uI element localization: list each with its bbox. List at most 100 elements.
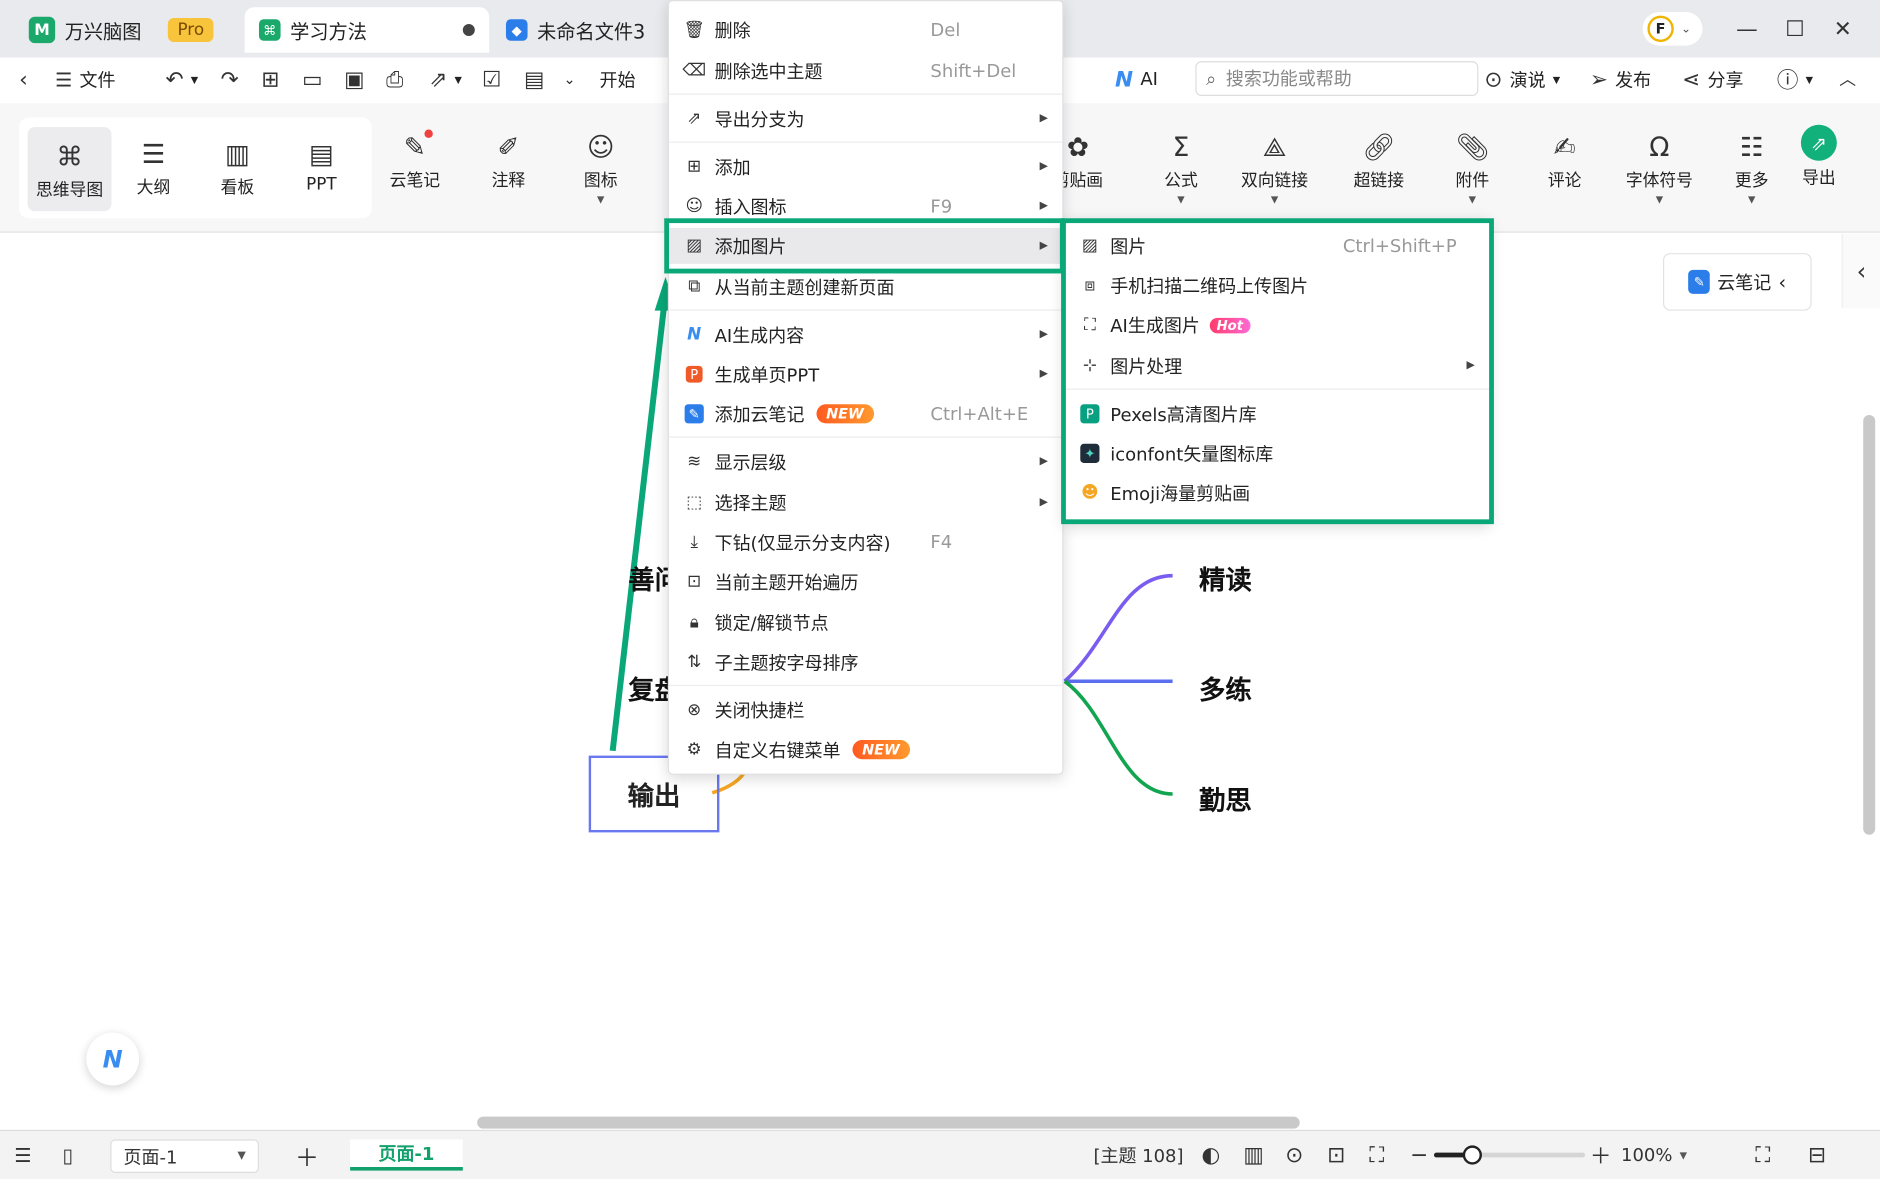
menu-item-select-topic[interactable]: ⬚ 选择主题 ▶	[669, 485, 1062, 521]
ai-assistant-fab-icon[interactable]: N	[86, 1032, 140, 1086]
hyperlink-tool[interactable]: 🔗︎ 超链接	[1337, 127, 1421, 192]
save-as-icon[interactable]: ▤	[524, 62, 544, 96]
cloud-note-tool[interactable]: ✎ 云笔记	[373, 127, 457, 192]
zoom-out-icon[interactable]: −	[1410, 1139, 1428, 1170]
play-icon[interactable]: ⊙	[1285, 1139, 1303, 1170]
menu-item-insert-icon[interactable]: ☺ 插入图标 F9 ▶	[669, 188, 1062, 224]
kanban-view-button[interactable]: ▥ 看板	[195, 134, 279, 199]
open-folder-icon[interactable]: ▭	[302, 62, 322, 96]
share-button[interactable]: ⋖ 分享	[1682, 62, 1743, 96]
mindmap-view-button[interactable]: ⌘ 思维导图	[27, 127, 112, 212]
submenu-item-qr-upload-label: 手机扫描二维码上传图片	[1110, 275, 1309, 297]
cloud-note-label: 云笔记	[389, 171, 441, 191]
symbol-tool[interactable]: Ω 字体符号 ▼	[1617, 127, 1701, 206]
side-panel-toggle-icon[interactable]: ‹	[1841, 233, 1880, 309]
menu-item-close-quickbar[interactable]: ⊗ 关闭快捷栏	[669, 692, 1062, 728]
menu-item-ai-generate[interactable]: N AI生成内容 ▶	[669, 317, 1062, 353]
submenu-item-ai-image[interactable]: ⛶ AI生成图片 Hot	[1065, 307, 1489, 343]
fullscreen-icon[interactable]: ⛶	[1755, 1139, 1770, 1170]
tab-untitled-3[interactable]: ◆ 未命名文件3	[492, 7, 660, 53]
present-button[interactable]: ⊙ 演说 ▼	[1484, 62, 1560, 96]
node-duolian[interactable]: 多练	[1199, 669, 1252, 707]
zoom-select[interactable]: 100% ▼	[1621, 1139, 1687, 1170]
menu-item-generate-ppt[interactable]: P 生成单页PPT ▶	[669, 356, 1062, 392]
collapse-ribbon-icon[interactable]: ⌄	[564, 62, 576, 96]
new-file-icon[interactable]: ⊞	[261, 62, 279, 96]
maximize-icon[interactable]: ☐	[1777, 12, 1813, 46]
minimize-panel-icon[interactable]: ⊟	[1808, 1139, 1826, 1170]
collapse-up-icon[interactable]: ︿	[1839, 62, 1856, 96]
submenu-item-pexels[interactable]: P Pexels高清图片库	[1065, 396, 1489, 432]
save-icon[interactable]: ▣	[344, 62, 364, 96]
ai-button[interactable]: N AI	[1115, 62, 1158, 96]
print-icon[interactable]: ⎙	[386, 62, 403, 96]
submenu-item-qr-upload[interactable]: ⧈ 手机扫描二维码上传图片	[1065, 267, 1489, 303]
bidirectional-link-tool[interactable]: ⟁ 双向链接 ▼	[1233, 127, 1317, 206]
menu-item-customize-menu[interactable]: ⚙ 自定义右键菜单 NEW	[669, 732, 1062, 768]
icon-tool[interactable]: ☺ 图标 ▼	[559, 127, 643, 206]
select-topic-icon: ⬚	[686, 492, 703, 513]
redo-icon[interactable]: ↷	[221, 62, 239, 96]
menu-item-sort[interactable]: ⇅ 子主题按字母排序	[669, 644, 1062, 680]
zoom-slider[interactable]	[1433, 1139, 1586, 1170]
vertical-scrollbar[interactable]	[1863, 414, 1876, 835]
fullscreen-fit-icon[interactable]: ⛶	[1369, 1139, 1384, 1170]
menu-item-lock-node[interactable]: 🔒︎ 锁定/解锁节点	[669, 604, 1062, 640]
export-tool[interactable]: ⇗ 导出	[1777, 124, 1861, 190]
menu-item-export-branch[interactable]: ⇗ 导出分支为 ▶	[669, 101, 1062, 137]
add-page-icon[interactable]: ＋	[295, 1139, 319, 1171]
minimize-icon[interactable]: —	[1729, 12, 1765, 46]
horizontal-scrollbar[interactable]	[477, 1116, 1300, 1129]
submenu-item-iconfont[interactable]: ✦ iconfont矢量图标库	[1065, 435, 1489, 471]
unsaved-dot-icon[interactable]	[462, 23, 475, 36]
menu-item-add-image[interactable]: ▨ 添加图片 ▶	[669, 227, 1063, 264]
pexels-logo-icon: P	[1080, 404, 1100, 424]
publish-button[interactable]: ➢ 发布	[1590, 62, 1651, 96]
menu-item-show-level-label: 显示层级	[714, 451, 787, 474]
search-input[interactable]: ⌕ 搜索功能或帮助	[1195, 61, 1479, 96]
tab-home[interactable]: M 万兴脑图 Pro	[14, 7, 228, 53]
tab-study-methods[interactable]: ⌘ 学习方法	[244, 7, 490, 53]
menu-item-delete-topic[interactable]: ⌫ 删除选中主题 Shift+Del	[669, 53, 1062, 89]
ppt-view-button[interactable]: ▤ PPT	[279, 134, 363, 195]
outline-view-button[interactable]: ☰ 大纲	[112, 134, 196, 199]
theme-icon[interactable]: ◐	[1201, 1139, 1220, 1170]
comment-tool[interactable]: ✍ 评论	[1523, 127, 1607, 192]
chevron-down-icon: ▼	[1655, 194, 1664, 206]
page-tab-1[interactable]: 页面-1	[350, 1139, 463, 1171]
page-select[interactable]: 页面-1 ▼	[110, 1139, 259, 1174]
submenu-item-image-processing[interactable]: ⊹ 图片处理 ▶	[1065, 348, 1489, 384]
publish-label: 发布	[1615, 68, 1652, 91]
book-view-icon[interactable]: ▥	[1243, 1139, 1263, 1170]
user-account-button[interactable]: F ⌄	[1642, 11, 1703, 46]
menu-item-new-page[interactable]: ⧉ 从当前主题创建新页面	[669, 269, 1062, 305]
undo-icon[interactable]: ↶ ▼	[165, 62, 198, 96]
menu-item-drill-down[interactable]: ⤓ 下钻(仅显示分支内容) F4	[669, 524, 1062, 560]
outline-toggle-icon[interactable]: ☰	[14, 1139, 31, 1170]
menu-item-delete[interactable]: 🗑︎ 删除 Del	[669, 12, 1062, 48]
zoom-slider-thumb[interactable]	[1462, 1145, 1482, 1165]
cloud-note-panel-button[interactable]: ✎ 云笔记 ‹	[1662, 253, 1812, 311]
menu-item-add-cloud-note[interactable]: ✎ 添加云笔记 NEW Ctrl+Alt+E	[669, 396, 1062, 432]
page-panel-icon[interactable]: ▯	[62, 1139, 73, 1170]
start-menu[interactable]: 开始	[599, 62, 635, 96]
attachment-tool[interactable]: 📎︎ 附件 ▼	[1430, 127, 1514, 206]
formula-tool[interactable]: Σ 公式 ▼	[1139, 127, 1223, 206]
fit-page-icon[interactable]: ⊡	[1327, 1139, 1345, 1170]
export-menu-icon[interactable]: ⇗ ▼	[429, 62, 462, 96]
file-menu[interactable]: ☰ 文件	[55, 62, 115, 96]
bidirectional-link-label: 双向链接	[1240, 171, 1309, 191]
submenu-item-image[interactable]: ▨ 图片 Ctrl+Shift+P	[1065, 228, 1489, 264]
menu-item-add[interactable]: ⊞ 添加 ▶	[669, 149, 1062, 185]
node-jingdu[interactable]: 精读	[1199, 559, 1252, 597]
menu-item-show-level[interactable]: ≋ 显示层级 ▶	[669, 444, 1062, 480]
checkin-icon[interactable]: ☑	[482, 62, 501, 96]
close-icon[interactable]: ✕	[1825, 12, 1861, 46]
menu-item-traverse[interactable]: ⊡ 当前主题开始遍历	[669, 564, 1062, 600]
help-icon[interactable]: ⓘ ▼	[1777, 62, 1813, 96]
submenu-item-emoji[interactable]: ☻ Emoji海量剪贴画	[1065, 475, 1489, 511]
annotation-tool[interactable]: ✐ 注释	[466, 127, 550, 192]
back-icon[interactable]: ‹	[19, 62, 28, 96]
node-qinsi[interactable]: 勤思	[1199, 780, 1252, 818]
zoom-in-icon[interactable]: ＋	[1590, 1139, 1612, 1170]
